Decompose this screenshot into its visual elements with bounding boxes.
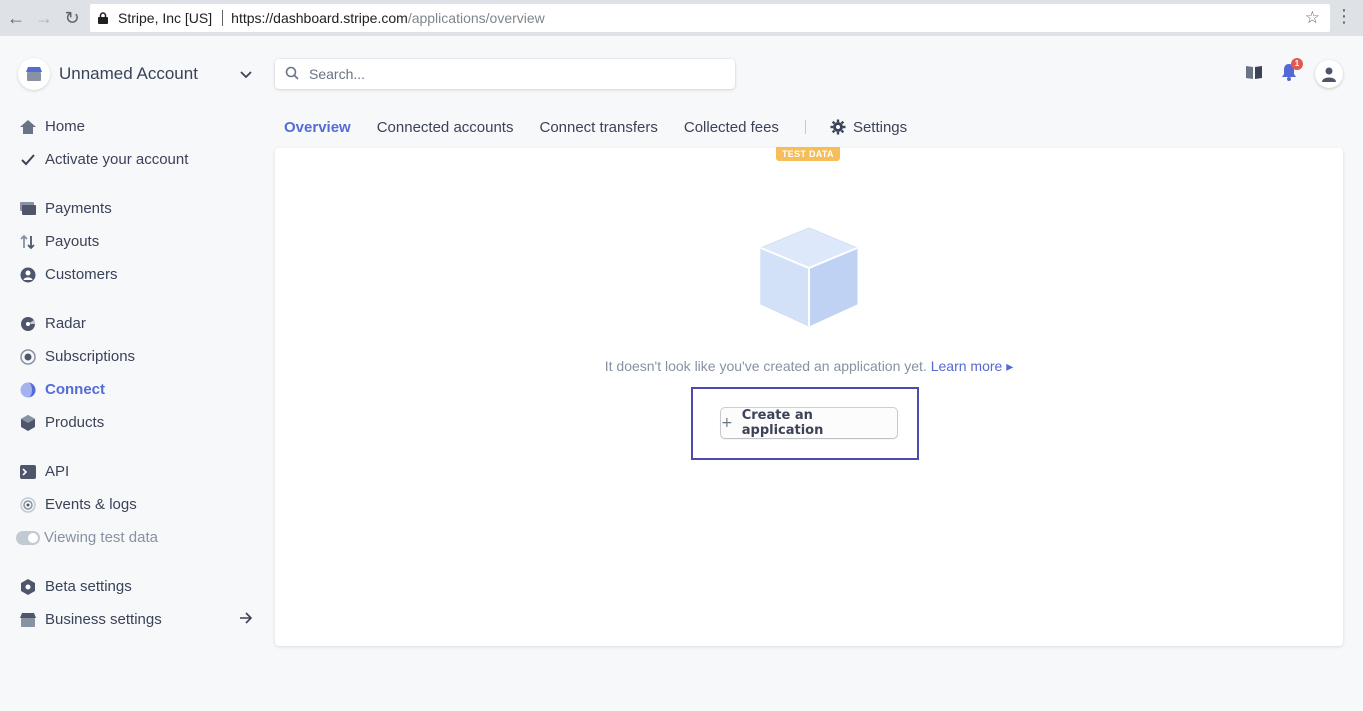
empty-state-message: It doesn't look like you've created an a… — [275, 358, 1343, 375]
connect-globe-icon — [18, 380, 38, 400]
tab-connect-transfers[interactable]: Connect transfers — [539, 119, 657, 136]
top-right-actions: 1 — [1227, 57, 1343, 88]
search-icon — [285, 66, 301, 82]
empty-state-text: It doesn't look like you've created an a… — [604, 358, 927, 374]
store-icon — [18, 58, 50, 90]
create-application-button[interactable]: + Create an application — [721, 408, 897, 438]
browser-toolbar: ← → ↻ Stripe, Inc [US] https://dashboard… — [0, 0, 1363, 36]
toggle-switch[interactable] — [16, 530, 40, 545]
overview-card: TEST DATA It doesn't look like you've cr… — [275, 147, 1343, 646]
sidebar-item-label: Payouts — [45, 233, 100, 250]
sidebar-item-api[interactable]: API — [18, 455, 258, 488]
subscriptions-icon — [18, 347, 38, 367]
docs-book-icon[interactable] — [1245, 64, 1263, 85]
back-icon[interactable]: ← — [2, 4, 30, 32]
lock-icon — [98, 12, 118, 24]
sidebar-item-label: Radar — [45, 315, 86, 332]
sidebar-item-label: Home — [45, 118, 86, 135]
user-avatar[interactable] — [1315, 60, 1343, 88]
sidebar-item-business-settings[interactable]: Business settings — [18, 603, 258, 636]
gear-icon — [830, 119, 846, 135]
sidebar-item-radar[interactable]: Radar — [18, 307, 258, 340]
sidebar-item-label: Beta settings — [45, 578, 132, 595]
toggle-label: Viewing test data — [44, 529, 158, 546]
sidebar-item-subscriptions[interactable]: Subscriptions — [18, 340, 258, 373]
tab-overview[interactable]: Overview — [284, 119, 351, 136]
sidebar-item-connect[interactable]: Connect — [18, 373, 258, 406]
sidebar-item-label: Payments — [45, 200, 112, 217]
sidebar-item-label: Subscriptions — [45, 348, 136, 365]
forward-icon[interactable]: → — [30, 4, 58, 32]
sidebar-item-products[interactable]: Products — [18, 406, 258, 439]
address-bar[interactable]: Stripe, Inc [US] https://dashboard.strip… — [90, 4, 1330, 32]
notification-count-badge: 1 — [1291, 57, 1303, 70]
account-switcher[interactable]: Unnamed Account — [18, 58, 258, 90]
bookmark-star-icon[interactable]: ☆ — [1305, 8, 1320, 28]
sidebar-item-beta-settings[interactable]: Beta settings — [18, 570, 258, 603]
radar-icon — [18, 314, 38, 334]
sidebar-item-label: Business settings — [45, 611, 162, 628]
store-icon — [18, 610, 38, 630]
tab-settings-label: Settings — [852, 118, 908, 136]
search-input[interactable] — [309, 66, 709, 82]
search-bar[interactable] — [275, 59, 735, 89]
beta-hexagon-icon — [18, 577, 38, 597]
sidebar-item-label: Customers — [45, 266, 118, 283]
sidebar-item-label: Connect — [45, 381, 105, 398]
reload-icon[interactable]: ↻ — [58, 4, 86, 32]
chevron-down-icon — [240, 66, 252, 84]
customer-icon — [18, 265, 38, 285]
sidebar-item-customers[interactable]: Customers — [18, 258, 258, 291]
tab-divider — [804, 120, 806, 134]
url-path: /applications/overview — [407, 10, 545, 26]
sidebar-item-label: Events & logs — [45, 496, 137, 513]
checkmark-icon — [18, 150, 38, 170]
home-icon — [18, 117, 38, 137]
connect-tabs: Overview Connected accounts Connect tran… — [284, 115, 907, 139]
create-application-label: Create an application — [741, 408, 824, 438]
sidebar-item-payments[interactable]: Payments — [18, 192, 258, 225]
notifications-bell-icon[interactable]: 1 — [1281, 57, 1303, 86]
sidebar-item-label: API — [45, 463, 70, 480]
browser-menu-icon[interactable]: ⋮ — [1335, 6, 1353, 27]
learn-more-link[interactable]: Learn more ▸ — [931, 358, 1014, 374]
tab-connected-accounts[interactable]: Connected accounts — [377, 119, 514, 136]
sidebar-item-events[interactable]: Events & logs — [18, 488, 258, 521]
empty-box-illustration — [758, 226, 860, 333]
terminal-icon — [18, 462, 38, 482]
test-data-toggle[interactable]: Viewing test data — [16, 521, 258, 554]
sidebar-nav: Home Activate your account Payments Payo… — [16, 110, 258, 652]
sidebar-item-label: Activate your account — [45, 151, 189, 168]
plus-icon: + — [721, 415, 733, 431]
sidebar-item-label: Products — [45, 414, 105, 431]
account-name: Unnamed Account — [59, 64, 198, 83]
events-icon — [18, 495, 38, 515]
sidebar-item-home[interactable]: Home — [18, 110, 258, 143]
products-box-icon — [18, 413, 38, 433]
sidebar-item-payouts[interactable]: Payouts — [18, 225, 258, 258]
tab-collected-fees[interactable]: Collected fees — [684, 119, 779, 136]
tab-settings[interactable]: Settings — [830, 119, 907, 136]
payouts-arrows-icon — [18, 232, 38, 252]
test-data-badge: TEST DATA — [776, 147, 840, 161]
user-icon — [1315, 60, 1343, 88]
payments-icon — [18, 199, 38, 219]
arrow-right-icon — [240, 611, 253, 628]
site-identity[interactable]: Stripe, Inc [US] — [118, 10, 224, 26]
sidebar-item-activate[interactable]: Activate your account — [18, 143, 258, 176]
url-host: https://dashboard.stripe.com — [231, 10, 408, 26]
